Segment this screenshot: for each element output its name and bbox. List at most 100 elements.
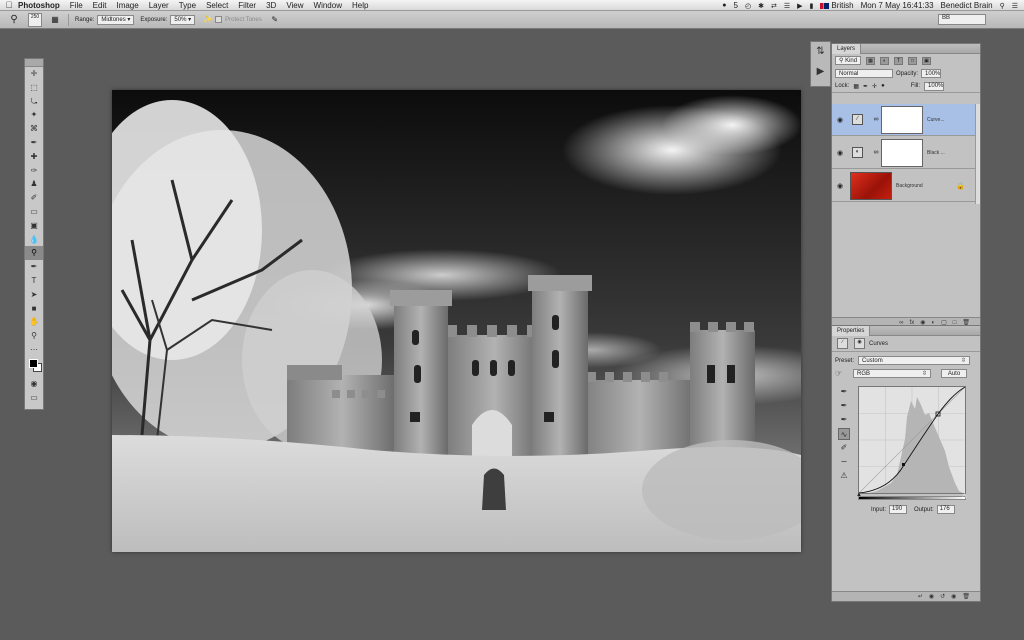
fill-field[interactable]: 100% [924,82,944,91]
white-point-slider-icon[interactable]: △ [962,492,967,499]
burn-tool-icon[interactable]: ⚲ [0,14,28,25]
exposure-field[interactable]: 50% ▾ [170,15,195,25]
battery-icon[interactable]: ▮ [810,2,814,10]
menu-edit[interactable]: Edit [93,1,107,10]
menu-help[interactable]: Help [352,1,368,10]
healing-brush-tool-icon[interactable]: ✚ [25,150,43,164]
lock-pixels-icon[interactable]: ✒ [863,83,868,90]
burn-tool-icon[interactable]: ⚲ [25,246,43,260]
layer-mask-thumbnail[interactable] [881,139,923,167]
lasso-tool-icon[interactable]: ⤿ [25,95,43,109]
foreground-color-swatch[interactable] [29,359,38,368]
black-point-slider-icon[interactable]: ▲ [856,492,862,498]
auto-button[interactable]: Auto [941,369,967,378]
menu-type[interactable]: Type [179,1,196,10]
time-machine-icon[interactable]: ◴ [745,2,751,10]
color-swatches[interactable] [25,357,43,377]
reset-adjustment-icon[interactable]: ↺ [940,593,945,600]
clipping-warning-icon[interactable]: ⚠ [838,470,850,482]
preset-select[interactable]: Custom⇳ [858,356,970,365]
visibility-eye-icon[interactable]: ◉ [832,182,848,190]
lock-all-icon[interactable]: ● [881,83,885,89]
shape-tool-icon[interactable]: ■ [25,302,43,316]
edit-points-icon[interactable]: ∿ [838,428,850,440]
filter-pixel-icon[interactable]: ▦ [866,57,875,65]
link-chain-icon[interactable]: ∞ [871,149,881,156]
toggle-visibility-icon[interactable]: ◉ [951,593,956,600]
pen-tool-icon[interactable]: ✒ [25,260,43,274]
actions-panel-icon[interactable]: ▶ [811,62,830,82]
screen-mode-icon[interactable]: ▭ [25,391,43,405]
layer-mask-thumbnail[interactable] [881,106,923,134]
input-field[interactable]: 190 [889,505,907,514]
clip-to-layer-icon[interactable]: ↵ [918,593,923,600]
sample-white-icon[interactable]: ✒ [838,414,850,426]
pressure-size-icon[interactable]: ✎ [268,15,282,24]
workspace-select[interactable]: BB [938,14,986,25]
menu-view[interactable]: View [286,1,303,10]
clock[interactable]: Mon 7 May 16:41:33 [861,1,934,10]
properties-tab[interactable]: Properties [832,326,870,336]
menu-image[interactable]: Image [116,1,138,10]
smooth-icon[interactable]: ∼ [838,456,850,468]
history-brush-tool-icon[interactable]: ✐ [25,191,43,205]
history-panel-icon[interactable]: ⇅ [811,42,830,62]
brush-tool-icon[interactable]: ✑ [25,164,43,178]
blur-tool-icon[interactable]: 💧 [25,233,43,247]
protect-tones-checkbox[interactable] [215,16,222,23]
link-chain-icon[interactable]: ∞ [871,116,881,123]
type-tool-icon[interactable]: T [25,274,43,288]
menu-file[interactable]: File [70,1,83,10]
document-canvas[interactable] [112,90,801,552]
lock-position-icon[interactable]: ✛ [872,83,877,90]
delete-adjustment-icon[interactable]: 🗑 [962,593,970,600]
draw-curve-icon[interactable]: ✐ [838,442,850,454]
channel-select[interactable]: RGB⇳ [853,369,931,378]
filter-shape-icon[interactable]: □ [908,57,917,65]
filter-kind-select[interactable]: ⚲ Kind [835,56,861,65]
speaker-icon[interactable]: ▶ [797,2,802,10]
target-adjust-icon[interactable]: ☞ [835,369,849,378]
layer-row-curves[interactable]: ◉ ∕ ∞ Curve... [832,104,977,136]
apple-menu-icon[interactable]:  [0,0,18,10]
menu-select[interactable]: Select [206,1,228,10]
layers-tab[interactable]: Layers [832,44,861,54]
wifi-icon[interactable]: ☰ [784,2,790,10]
path-selection-tool-icon[interactable]: ➤ [25,288,43,302]
eraser-tool-icon[interactable]: ▭ [25,205,43,219]
zoom-tool-icon[interactable]: ⚲ [25,329,43,343]
quick-mask-icon[interactable]: ◉ [25,377,43,391]
menu-layer[interactable]: Layer [149,1,169,10]
more-tools-icon[interactable]: ⋯ [25,343,43,357]
sync-icon[interactable]: ⇄ [771,2,777,10]
visibility-eye-icon[interactable]: ◉ [832,149,848,157]
lock-transparent-icon[interactable]: ▦ [853,83,859,90]
visibility-eye-icon[interactable]: ◉ [832,116,848,124]
crop-tool-icon[interactable]: ⌘ [25,122,43,136]
quick-select-tool-icon[interactable]: ✦ [25,108,43,122]
range-select[interactable]: Midtones ▾ [97,15,134,25]
bluetooth-icon[interactable]: ✱ [758,2,764,10]
input-source[interactable]: British [820,1,853,10]
output-field[interactable]: 176 [937,505,955,514]
mask-icon[interactable]: ◉ [854,338,865,349]
filter-smart-object-icon[interactable]: ▣ [922,57,931,65]
opacity-field[interactable]: 100% [921,69,941,78]
filter-adjustment-icon[interactable]: ◐ [880,57,889,65]
menu-filter[interactable]: Filter [238,1,256,10]
eyedropper-tool-icon[interactable]: ✒ [25,136,43,150]
view-previous-state-icon[interactable]: ◉ [929,593,934,600]
marquee-tool-icon[interactable]: ⬚ [25,81,43,95]
creative-cloud-icon[interactable]: ● [722,2,726,9]
sample-black-icon[interactable]: ✒ [838,386,850,398]
brush-size-picker[interactable]: 250 [28,13,42,27]
notifications-icon[interactable]: ☰ [1012,2,1018,10]
filter-type-icon[interactable]: T [894,57,903,65]
spotlight-icon[interactable]: ⚲ [1000,2,1005,10]
hand-tool-icon[interactable]: ✋ [25,315,43,329]
layer-row-background[interactable]: ◉ Background 🔒 [832,170,977,202]
user-menu[interactable]: Benedict Brain [941,1,993,10]
airbrush-icon[interactable]: ✨ [201,15,215,24]
sample-gray-icon[interactable]: ✒ [838,400,850,412]
menu-3d[interactable]: 3D [266,1,276,10]
